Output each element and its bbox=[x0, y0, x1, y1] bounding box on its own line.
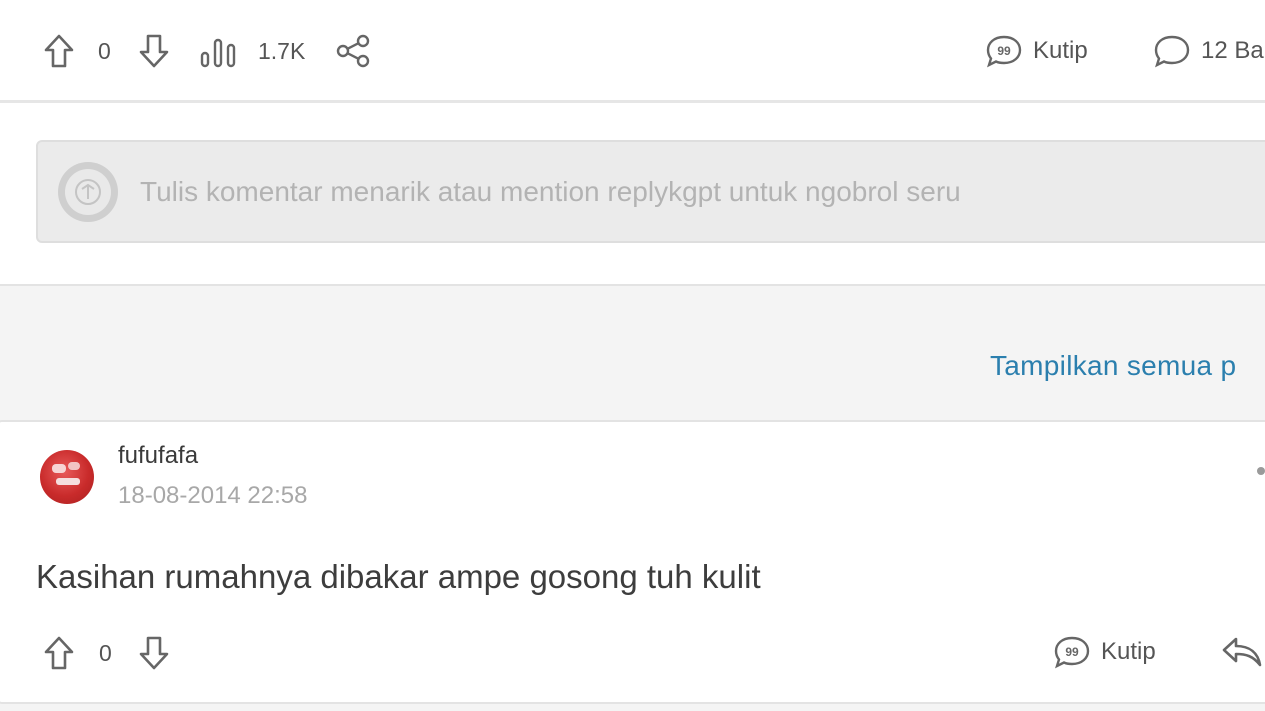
reply-arrow-icon[interactable] bbox=[1222, 636, 1262, 668]
arrow-up-icon[interactable] bbox=[44, 636, 74, 670]
reply-username[interactable]: fufufafa bbox=[118, 442, 198, 470]
svg-text:99: 99 bbox=[997, 44, 1011, 58]
reply-quote-button[interactable]: 99 Kutip bbox=[1053, 635, 1156, 669]
bar-chart-icon bbox=[200, 36, 236, 68]
comment-bubble-icon bbox=[1153, 34, 1191, 68]
avatar[interactable] bbox=[40, 450, 94, 504]
divider bbox=[0, 100, 1265, 103]
arrow-down-icon[interactable] bbox=[139, 34, 169, 68]
arrow-up-icon[interactable] bbox=[44, 34, 74, 68]
reply-body: Kasihan rumahnya dibakar ampe gosong tuh… bbox=[36, 558, 761, 595]
svg-text:99: 99 bbox=[1065, 645, 1079, 659]
post-vote-count: 0 bbox=[98, 38, 111, 64]
comments-count-label: 12 Ba bbox=[1201, 37, 1264, 64]
share-icon[interactable] bbox=[336, 34, 370, 68]
comment-input[interactable]: Tulis komentar menarik atau mention repl… bbox=[36, 140, 1265, 243]
post-action-bar: 0 1.7K 99 Kutip 12 Ba bbox=[0, 10, 1265, 100]
reply-vote-count: 0 bbox=[99, 640, 112, 666]
show-all-replies-link[interactable]: Tampilkan semua p bbox=[990, 350, 1236, 382]
quote-bubble-icon: 99 bbox=[985, 34, 1023, 68]
reply-timestamp: 18-08-2014 22:58 bbox=[118, 482, 308, 509]
views-count: 1.7K bbox=[258, 38, 306, 64]
comment-placeholder: Tulis komentar menarik atau mention repl… bbox=[140, 176, 961, 207]
current-user-avatar bbox=[58, 162, 118, 222]
reply-quote-label: Kutip bbox=[1101, 638, 1156, 665]
quote-bubble-icon: 99 bbox=[1053, 635, 1091, 669]
quote-button[interactable]: 99 Kutip bbox=[985, 34, 1088, 68]
arrow-down-icon[interactable] bbox=[139, 636, 169, 670]
more-options-icon[interactable] bbox=[1257, 467, 1265, 475]
thread-page: 0 1.7K 99 Kutip 12 Ba Tulis komentar men… bbox=[0, 0, 1265, 711]
comments-button[interactable]: 12 Ba bbox=[1153, 34, 1264, 68]
quote-label: Kutip bbox=[1033, 37, 1088, 64]
